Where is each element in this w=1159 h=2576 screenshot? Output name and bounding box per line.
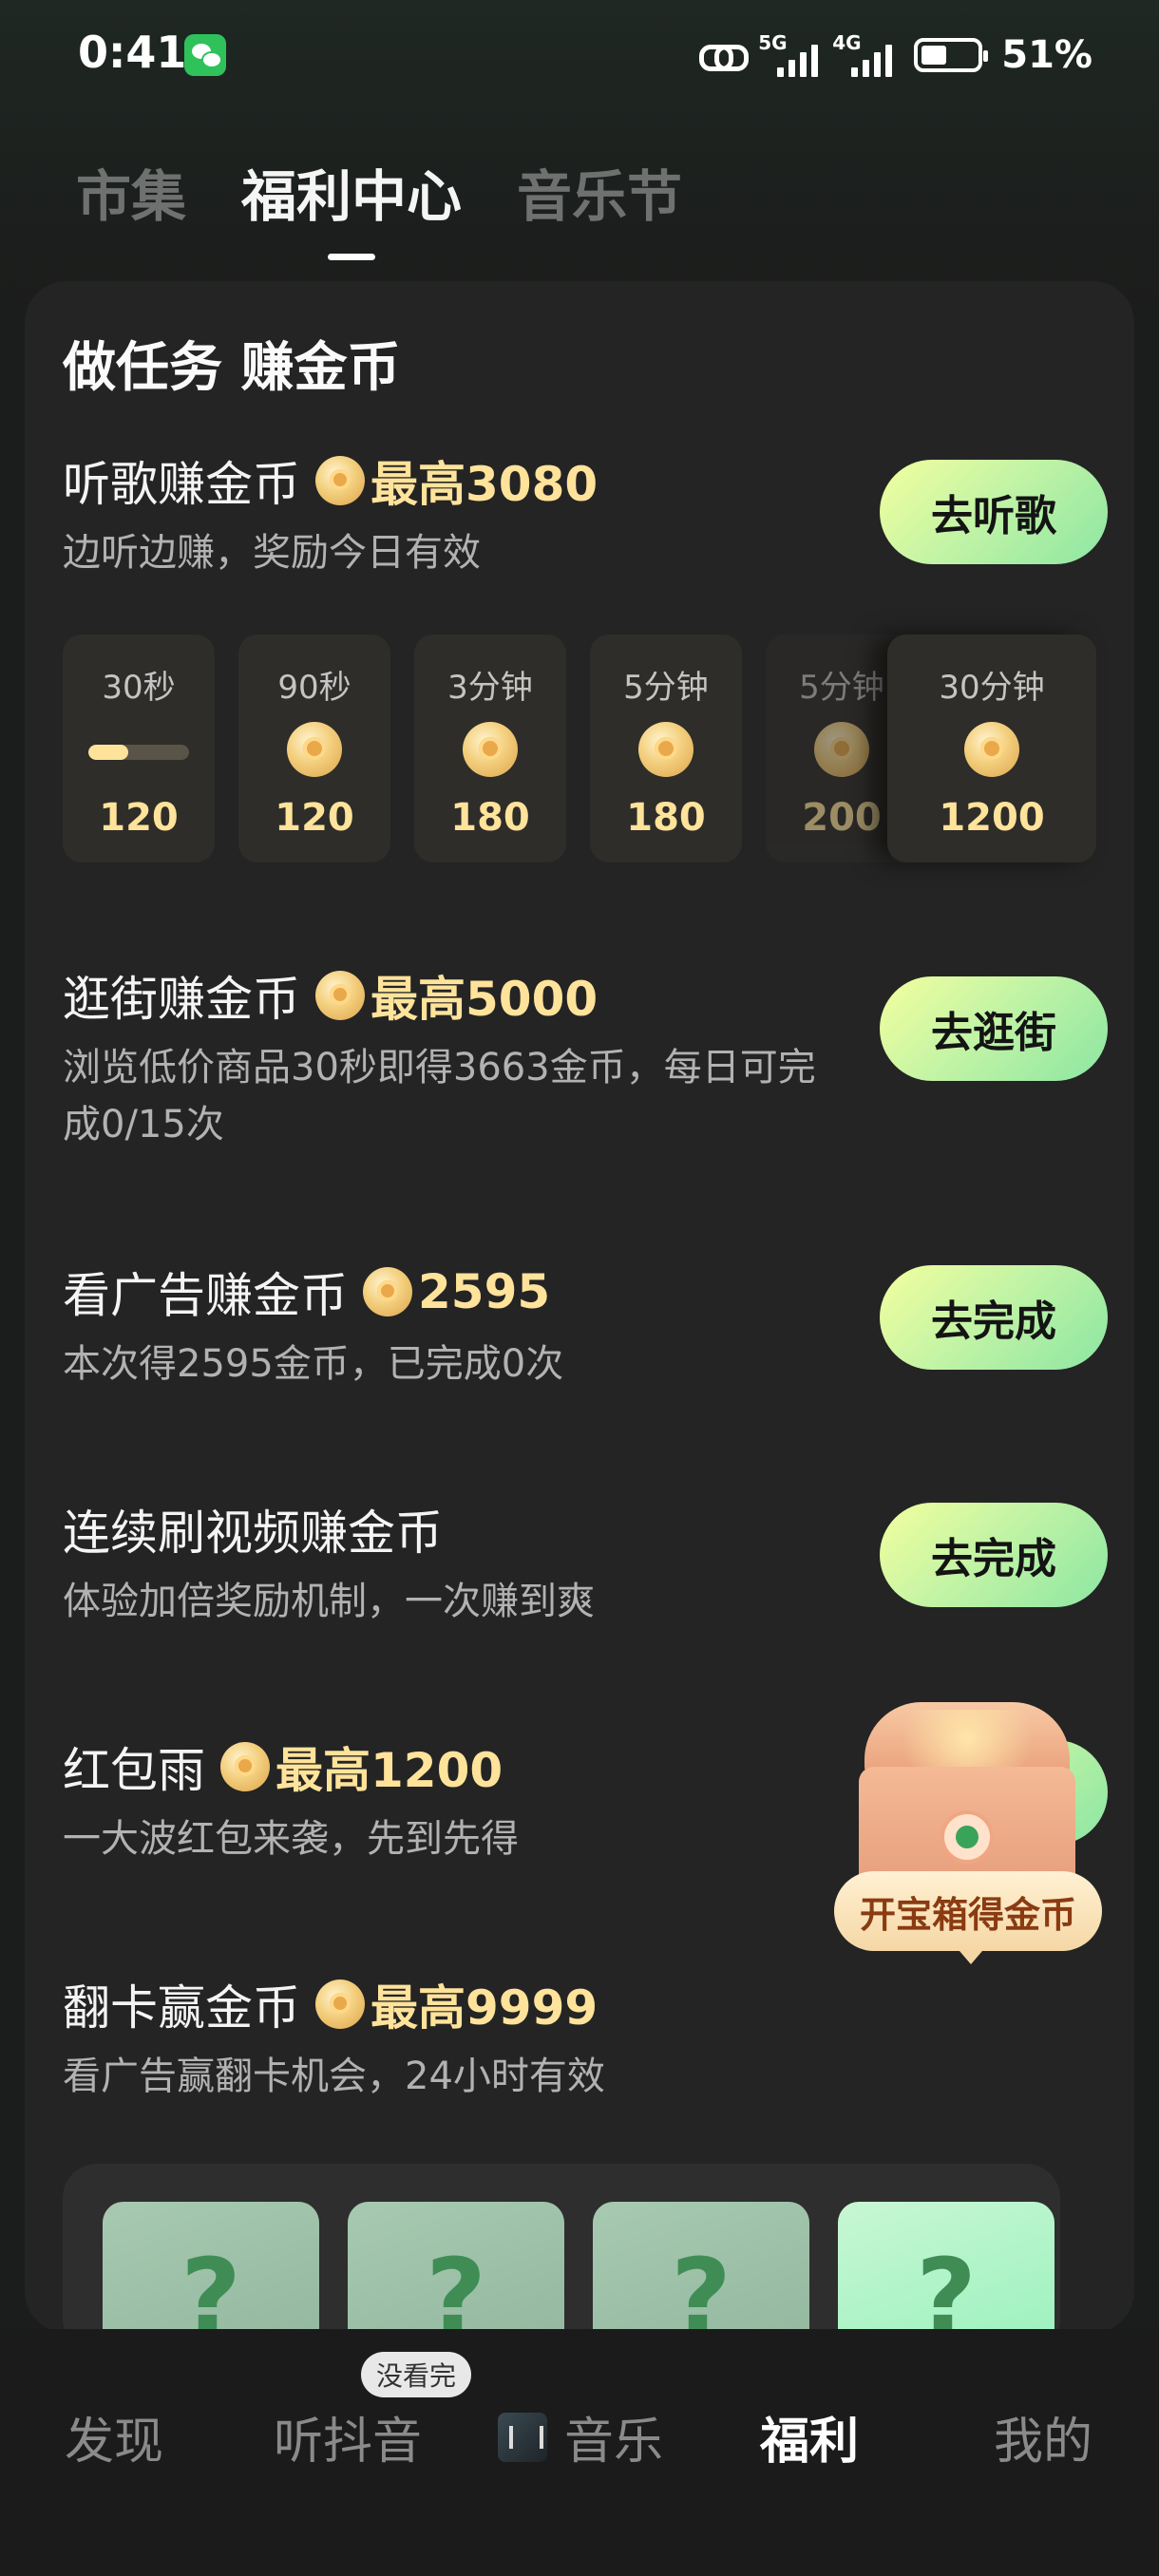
stage-30s: 30秒 120 bbox=[63, 635, 215, 862]
task-shop-desc: 浏览低价商品30秒即得3663金币，每日可完成0/15次 bbox=[63, 1046, 816, 1146]
task-shop-title: 逛街赚金币 bbox=[63, 972, 300, 1027]
status-bar: 0:41 5G 4G 51% bbox=[0, 0, 1159, 114]
music-cover-icon bbox=[498, 2412, 547, 2462]
task-ad: 看广告赚金币 2595 本次得2595金币，已完成0次 去完成 bbox=[63, 1260, 1108, 1392]
task-listen: 听歌赚金币 最高3080 边听边赚，奖励今日有效 去听歌 bbox=[63, 448, 1108, 581]
tab-music-festival[interactable]: 音乐节 bbox=[517, 152, 682, 232]
coin-icon bbox=[315, 971, 365, 1020]
listen-stages: 30秒 120 90秒 120 3分钟 180 5分钟 180 5分钟 200 … bbox=[63, 635, 1108, 862]
task-redpacket-title: 红包雨 bbox=[63, 1743, 205, 1798]
unfinished-badge: 没看完 bbox=[361, 2352, 472, 2397]
task-listen-desc: 边听边赚，奖励今日有效 bbox=[63, 531, 481, 575]
flip-card[interactable]: ? bbox=[103, 2202, 319, 2333]
task-shop-max: 最高5000 bbox=[370, 972, 598, 1027]
flip-card[interactable]: ? bbox=[593, 2202, 809, 2333]
signal-5g-icon: 5G bbox=[758, 31, 819, 79]
stage-value: 120 bbox=[275, 796, 354, 840]
stage-30min: 30分钟 1200 bbox=[887, 635, 1096, 862]
stage-label: 90秒 bbox=[277, 669, 352, 707]
task-redpacket-desc: 一大波红包来袭，先到先得 bbox=[63, 1817, 519, 1861]
stage-value: 200 bbox=[802, 796, 882, 840]
battery-icon bbox=[914, 38, 989, 72]
task-flip-desc: 看广告赢翻卡机会，24小时有效 bbox=[63, 2055, 605, 2098]
task-flip: 翻卡赢金币 最高9999 看广告赢翻卡机会，24小时有效 bbox=[63, 1972, 1108, 2105]
battery-percent: 51% bbox=[1001, 33, 1092, 77]
task-listen-title: 听歌赚金币 bbox=[63, 457, 300, 512]
question-mark-icon: ? bbox=[671, 2236, 732, 2333]
coin-icon bbox=[220, 1742, 270, 1791]
nav-welfare[interactable]: 福利 bbox=[760, 2401, 859, 2472]
treasure-chest-button[interactable]: 开宝箱得金币 bbox=[834, 1672, 1119, 1976]
question-mark-icon: ? bbox=[180, 2236, 241, 2333]
chest-label: 开宝箱得金币 bbox=[834, 1871, 1102, 1964]
task-flip-title: 翻卡赢金币 bbox=[63, 1980, 300, 2036]
task-video: 连续刷视频赚金币 体验加倍奖励机制，一次赚到爽 去完成 bbox=[63, 1497, 1108, 1630]
nav-music[interactable]: 音乐 bbox=[498, 2401, 663, 2472]
stage-value: 120 bbox=[99, 796, 179, 840]
card-title: 做任务 赚金币 bbox=[63, 337, 401, 399]
nav-listen-douyin[interactable]: 听抖音 bbox=[274, 2401, 422, 2472]
nav-music-label: 音乐 bbox=[564, 2414, 664, 2471]
task-redpacket-max: 最高1200 bbox=[276, 1743, 504, 1798]
task-shop: 逛街赚金币 最高5000 浏览低价商品30秒即得3663金币，每日可完成0/15… bbox=[63, 963, 1108, 1153]
flip-card-area: ? ? ? ? bbox=[63, 2164, 1060, 2333]
stage-label: 5分钟 bbox=[799, 669, 884, 707]
task-flip-max: 最高9999 bbox=[370, 1980, 598, 2036]
task-ad-amount: 2595 bbox=[418, 1264, 551, 1319]
coin-stack-icon bbox=[964, 722, 1019, 777]
status-time: 0:41 bbox=[78, 27, 187, 78]
task-ad-desc: 本次得2595金币，已完成0次 bbox=[63, 1342, 564, 1386]
stage-label: 3分钟 bbox=[447, 669, 533, 707]
go-listen-button[interactable]: 去听歌 bbox=[880, 460, 1108, 564]
coin-icon bbox=[287, 722, 342, 777]
nav-me[interactable]: 我的 bbox=[994, 2401, 1092, 2472]
stage-value: 1200 bbox=[939, 796, 1045, 840]
question-mark-icon: ? bbox=[916, 2236, 977, 2333]
stage-5min: 5分钟 180 bbox=[590, 635, 742, 862]
stage-value: 180 bbox=[450, 796, 530, 840]
coin-icon bbox=[363, 1267, 412, 1316]
signal-4g-icon: 4G bbox=[832, 31, 893, 79]
bottom-nav: 发现 听抖音 没看完 音乐 福利 我的 bbox=[0, 2329, 1159, 2576]
video-complete-button[interactable]: 去完成 bbox=[880, 1503, 1108, 1607]
coin-icon bbox=[814, 722, 869, 777]
stage-value: 180 bbox=[626, 796, 706, 840]
task-card: 做任务 赚金币 听歌赚金币 最高3080 边听边赚，奖励今日有效 去听歌 30秒… bbox=[25, 281, 1134, 2333]
link-icon bbox=[699, 41, 750, 71]
task-video-desc: 体验加倍奖励机制，一次赚到爽 bbox=[63, 1580, 595, 1623]
music-note-icon bbox=[940, 1810, 994, 1864]
task-ad-title: 看广告赚金币 bbox=[63, 1268, 348, 1323]
stage-90s: 90秒 120 bbox=[238, 635, 390, 862]
top-tabs: 市集 福利中心 音乐节 bbox=[76, 152, 682, 260]
coin-icon bbox=[315, 456, 365, 505]
coin-icon bbox=[315, 1979, 365, 2029]
wechat-icon bbox=[184, 34, 226, 76]
tab-market[interactable]: 市集 bbox=[76, 152, 186, 232]
nav-discover[interactable]: 发现 bbox=[65, 2401, 163, 2472]
stage-3min: 3分钟 180 bbox=[414, 635, 566, 862]
coin-icon bbox=[463, 722, 518, 777]
ad-complete-button[interactable]: 去完成 bbox=[880, 1265, 1108, 1370]
stage-label: 30秒 bbox=[102, 669, 176, 707]
flip-card[interactable]: ? bbox=[348, 2202, 564, 2333]
question-mark-icon: ? bbox=[426, 2236, 486, 2333]
tab-welfare-center[interactable]: 福利中心 bbox=[241, 152, 462, 260]
flip-card[interactable]: ? bbox=[838, 2202, 1054, 2333]
stage-label: 30分钟 bbox=[939, 669, 1045, 707]
coin-icon bbox=[638, 722, 694, 777]
stage-progress-bar bbox=[88, 745, 189, 760]
task-video-title: 连续刷视频赚金币 bbox=[63, 1506, 443, 1561]
chest-glow bbox=[891, 1710, 1043, 1767]
task-listen-max: 最高3080 bbox=[370, 457, 598, 512]
go-shop-button[interactable]: 去逛街 bbox=[880, 976, 1108, 1081]
stage-label: 5分钟 bbox=[623, 669, 709, 707]
status-icons: 5G 4G 51% bbox=[699, 28, 1092, 82]
